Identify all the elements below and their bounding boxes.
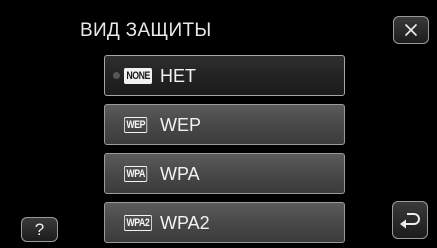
close-button[interactable] [393, 16, 429, 44]
wep-badge-icon: WEP [124, 117, 148, 133]
none-badge-icon: NONE [124, 68, 153, 84]
option-wep[interactable]: WEP WEP [104, 104, 345, 145]
option-none[interactable]: NONE НЕТ [104, 55, 345, 96]
option-wpa[interactable]: WPA WPA [104, 153, 345, 194]
wpa2-badge-icon: WPA2 [124, 215, 152, 231]
help-button[interactable]: ? [21, 217, 58, 242]
wpa-badge-icon: WPA [124, 166, 148, 182]
selected-indicator-dot [113, 72, 120, 79]
help-label: ? [34, 219, 45, 239]
option-wpa2[interactable]: WPA2 WPA2 [104, 202, 345, 243]
page-title: ВИД ЗАЩИТЫ [80, 20, 212, 41]
close-icon [404, 23, 418, 37]
option-label: WEP [160, 115, 202, 135]
option-label: НЕТ [160, 66, 196, 86]
option-label: WPA2 [160, 213, 210, 233]
return-arrow-icon [400, 213, 420, 229]
security-type-screen: ВИД ЗАЩИТЫ NONE НЕТ WEP WEP WPA WPA WPA2… [0, 0, 437, 248]
back-button[interactable] [392, 201, 428, 239]
option-label: WPA [160, 164, 200, 184]
